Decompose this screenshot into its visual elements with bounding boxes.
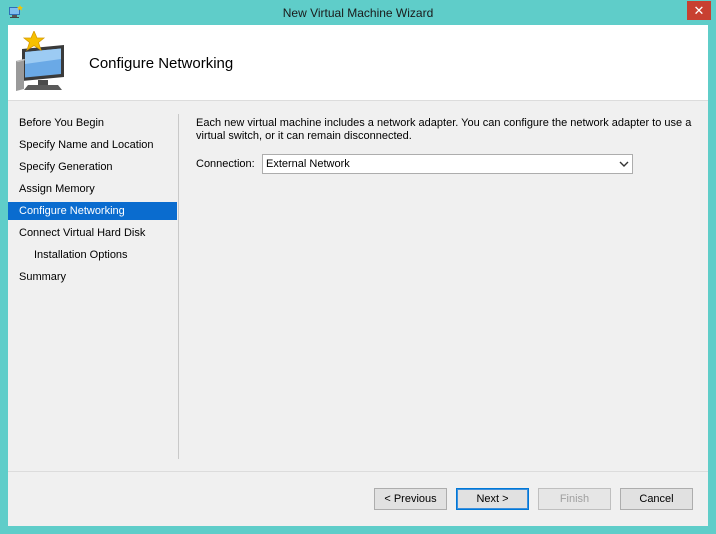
page-title: Configure Networking — [89, 55, 234, 72]
page-content: Each new virtual machine includes a netw… — [196, 117, 701, 174]
title-bar[interactable]: New Virtual Machine Wizard ✕ — [0, 0, 716, 25]
nav-item-connect-virtual-hard-disk[interactable]: Connect Virtual Hard Disk — [8, 224, 177, 242]
finish-button[interactable]: Finish — [538, 488, 611, 510]
nav-item-installation-options[interactable]: Installation Options — [8, 246, 177, 264]
wizard-window: New Virtual Machine Wizard ✕ Configure N… — [0, 0, 716, 534]
connection-row: Connection: External Network — [196, 154, 701, 176]
close-button[interactable]: ✕ — [687, 1, 711, 20]
previous-button[interactable]: < Previous — [374, 488, 447, 510]
nav-item-specify-generation[interactable]: Specify Generation — [8, 158, 177, 176]
chevron-down-icon — [619, 161, 629, 167]
connection-select-value: External Network — [266, 158, 350, 170]
client-area: Configure Networking Before You Begin Sp… — [8, 25, 708, 526]
footer-divider — [8, 471, 708, 472]
nav-item-configure-networking[interactable]: Configure Networking — [8, 202, 177, 220]
nav-divider — [178, 114, 179, 459]
wizard-header: Configure Networking — [8, 25, 708, 101]
nav-item-before-you-begin[interactable]: Before You Begin — [8, 114, 177, 132]
connection-label: Connection: — [196, 158, 255, 170]
vm-wizard-icon — [16, 31, 64, 91]
networking-description: Each new virtual machine includes a netw… — [196, 117, 692, 142]
cancel-button[interactable]: Cancel — [620, 488, 693, 510]
window-title: New Virtual Machine Wizard — [282, 6, 434, 20]
nav-item-summary[interactable]: Summary — [8, 268, 177, 286]
close-icon: ✕ — [693, 3, 705, 18]
wizard-steps-nav: Before You Begin Specify Name and Locati… — [8, 101, 178, 459]
nav-item-assign-memory[interactable]: Assign Memory — [8, 180, 177, 198]
connection-select[interactable]: External Network — [262, 154, 633, 174]
next-button[interactable]: Next > — [456, 488, 529, 510]
nav-item-specify-name-location[interactable]: Specify Name and Location — [8, 136, 177, 154]
